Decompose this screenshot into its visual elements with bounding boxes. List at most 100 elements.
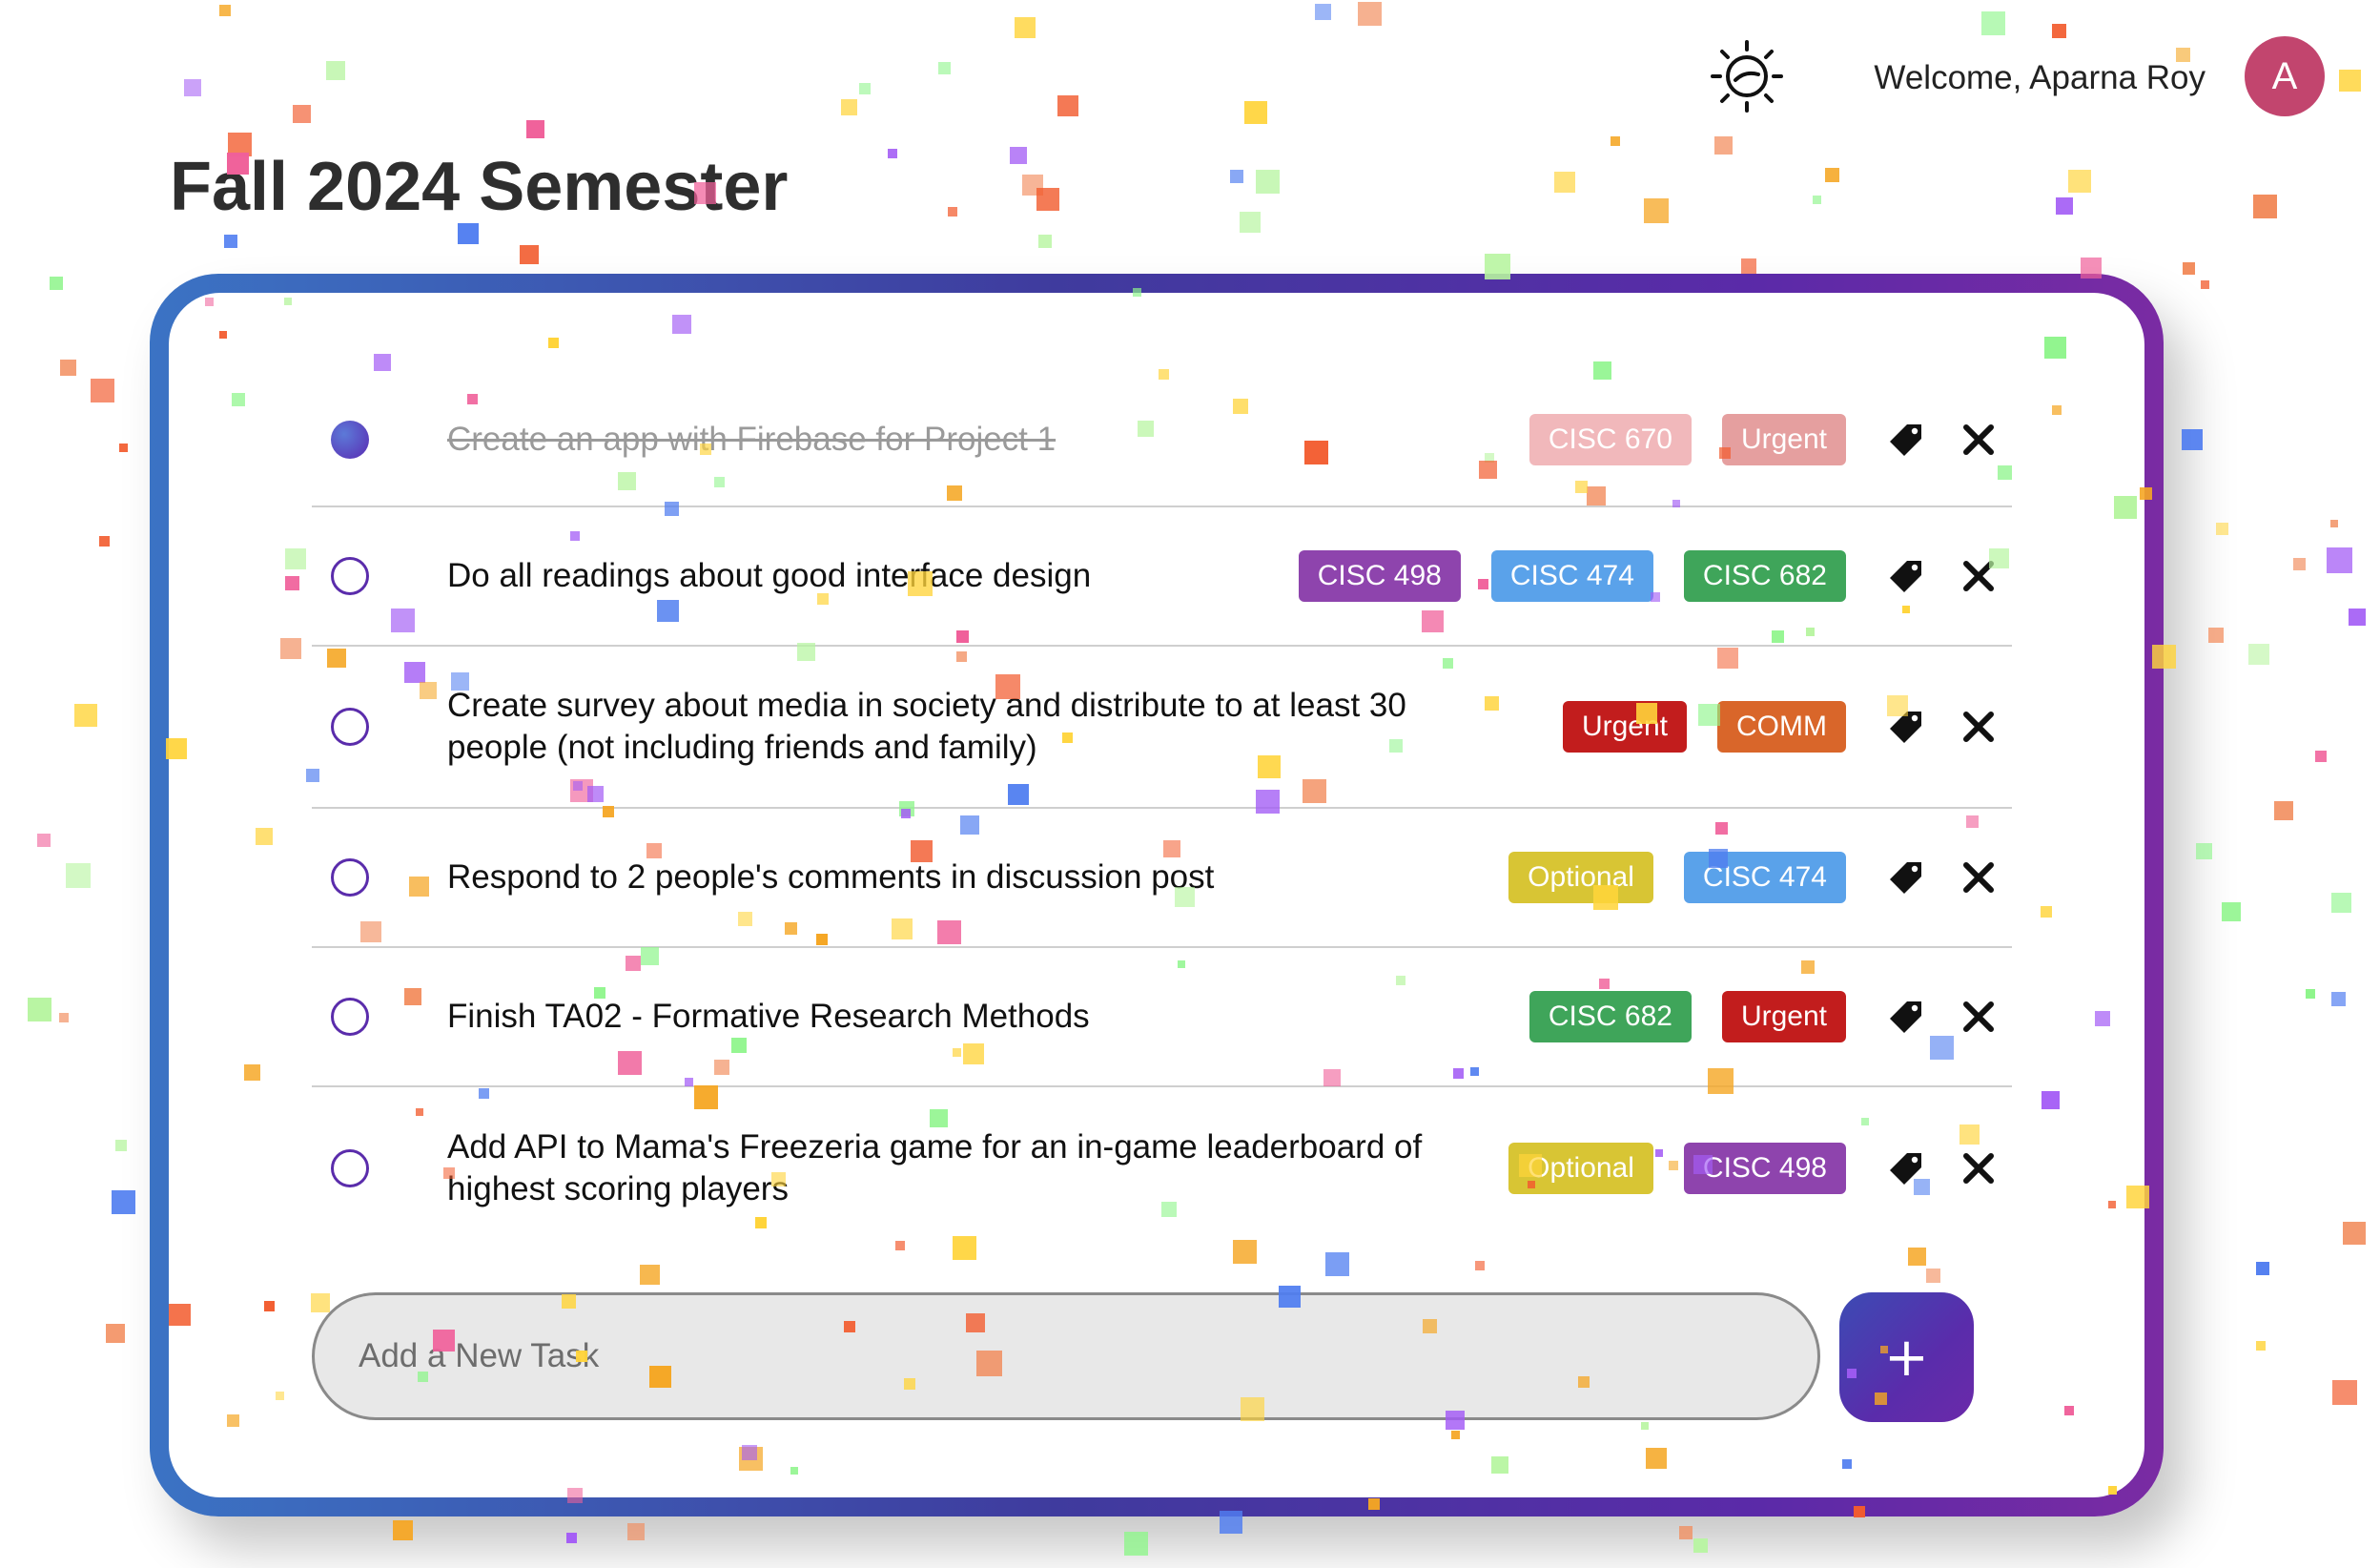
confetti-piece (1256, 170, 1280, 194)
confetti-piece (2331, 893, 2351, 913)
confetti-piece (1554, 172, 1575, 193)
tag-icon[interactable] (1888, 1150, 1924, 1186)
task-checkbox[interactable] (331, 557, 369, 595)
task-text: Finish TA02 - Formative Research Methods (447, 998, 1090, 1035)
tag-badge: CISC 682 (1683, 550, 1846, 602)
confetti-piece (2052, 24, 2066, 38)
delete-icon[interactable] (1962, 861, 1995, 894)
confetti-piece (1611, 136, 1620, 146)
confetti-piece (66, 863, 91, 888)
delete-icon[interactable] (1962, 711, 1995, 743)
tag-badge: CISC 670 (1529, 414, 1692, 465)
confetti-piece (37, 834, 51, 847)
tag-icon[interactable] (1888, 422, 1924, 458)
task-row: Do all readings about good interface des… (312, 507, 2012, 647)
confetti-piece (1813, 196, 1821, 204)
task-card-inner: Create an app with Firebase for Project … (169, 293, 2144, 1497)
tag-badge: CISC 682 (1529, 991, 1692, 1042)
confetti-piece (1230, 170, 1243, 183)
task-text: Do all readings about good interface des… (447, 557, 1092, 594)
confetti-piece (566, 1533, 577, 1543)
task-tags: Optional CISC 474 (1508, 852, 1846, 903)
confetti-piece (2248, 644, 2269, 665)
confetti-piece (2293, 558, 2306, 570)
task-text: Add API to Mama's Freezeria game for an … (447, 1128, 1423, 1207)
delete-icon[interactable] (1962, 560, 1995, 592)
task-tags: Urgent COMM (1562, 701, 1846, 753)
avatar[interactable]: A (2245, 36, 2325, 116)
confetti-piece (219, 5, 231, 16)
confetti-piece (1741, 258, 1756, 274)
confetti-piece (293, 105, 311, 123)
tag-badge: Urgent (1721, 414, 1846, 465)
task-card: Create an app with Firebase for Project … (150, 274, 2164, 1516)
task-row: Create survey about media in society and… (312, 647, 2012, 809)
theme-toggle-icon[interactable] (1707, 36, 1787, 116)
tag-icon[interactable] (1888, 859, 1924, 896)
confetti-piece (393, 1520, 413, 1540)
delete-icon[interactable] (1962, 1001, 1995, 1033)
task-tags: CISC 670 Urgent (1529, 414, 1846, 465)
confetti-piece (2327, 547, 2352, 573)
confetti-piece (1693, 1538, 1708, 1553)
confetti-piece (627, 1523, 645, 1540)
confetti-piece (2332, 1380, 2357, 1405)
add-task-button[interactable]: + (1839, 1292, 1974, 1422)
task-list: Create an app with Firebase for Project … (312, 374, 2012, 1249)
confetti-piece (2201, 280, 2209, 289)
task-tags: CISC 682 Urgent (1529, 991, 1846, 1042)
confetti-piece (2182, 429, 2203, 450)
task-checkbox-checked[interactable] (331, 421, 369, 459)
confetti-piece (224, 235, 237, 248)
task-checkbox[interactable] (331, 998, 369, 1036)
delete-icon[interactable] (1962, 1152, 1995, 1185)
confetti-piece (1038, 235, 1052, 248)
confetti-piece (28, 998, 51, 1021)
confetti-piece (520, 245, 539, 264)
confetti-piece (59, 1013, 69, 1022)
confetti-piece (99, 536, 110, 547)
confetti-piece (2183, 262, 2195, 275)
task-checkbox[interactable] (331, 1149, 369, 1187)
task-checkbox[interactable] (331, 858, 369, 897)
task-text: Create survey about media in society and… (447, 687, 1406, 766)
task-row: Create an app with Firebase for Project … (312, 374, 2012, 507)
tag-badge: Urgent (1721, 991, 1846, 1042)
confetti-piece (2056, 197, 2073, 215)
confetti-piece (1714, 136, 1733, 155)
tag-badge: CISC 498 (1298, 550, 1461, 602)
confetti-piece (184, 79, 201, 96)
confetti-piece (1315, 4, 1331, 20)
task-checkbox[interactable] (331, 708, 369, 746)
confetti-piece (115, 1140, 127, 1151)
new-task-input[interactable] (312, 1292, 1820, 1420)
tag-badge: CISC 498 (1683, 1143, 1846, 1194)
confetti-piece (74, 704, 97, 727)
confetti-piece (2068, 170, 2091, 193)
confetti-piece (1010, 147, 1027, 164)
confetti-piece (2315, 751, 2327, 762)
task-row: Respond to 2 people's comments in discus… (312, 809, 2012, 948)
tag-badge: COMM (1717, 701, 1846, 753)
confetti-piece (2343, 1222, 2366, 1245)
tag-badge: Urgent (1562, 701, 1688, 753)
confetti-piece (106, 1324, 125, 1343)
tag-badge: Optional (1508, 852, 1653, 903)
welcome-message: Welcome, Aparna Roy (1874, 59, 2206, 96)
confetti-piece (2330, 520, 2338, 527)
tag-icon[interactable] (1888, 999, 1924, 1035)
confetti-piece (326, 61, 345, 80)
confetti-piece (2216, 523, 2228, 535)
confetti-piece (2208, 628, 2224, 643)
confetti-piece (1644, 198, 1669, 223)
confetti-piece (1057, 95, 1078, 116)
delete-icon[interactable] (1962, 423, 1995, 456)
confetti-piece (1825, 168, 1839, 182)
tag-icon[interactable] (1888, 558, 1924, 594)
confetti-piece (119, 444, 128, 452)
tag-icon[interactable] (1888, 709, 1924, 745)
confetti-piece (1022, 175, 1043, 196)
tag-badge: Optional (1508, 1143, 1653, 1194)
page-title: Fall 2024 Semester (170, 149, 789, 225)
confetti-piece (2274, 801, 2293, 820)
